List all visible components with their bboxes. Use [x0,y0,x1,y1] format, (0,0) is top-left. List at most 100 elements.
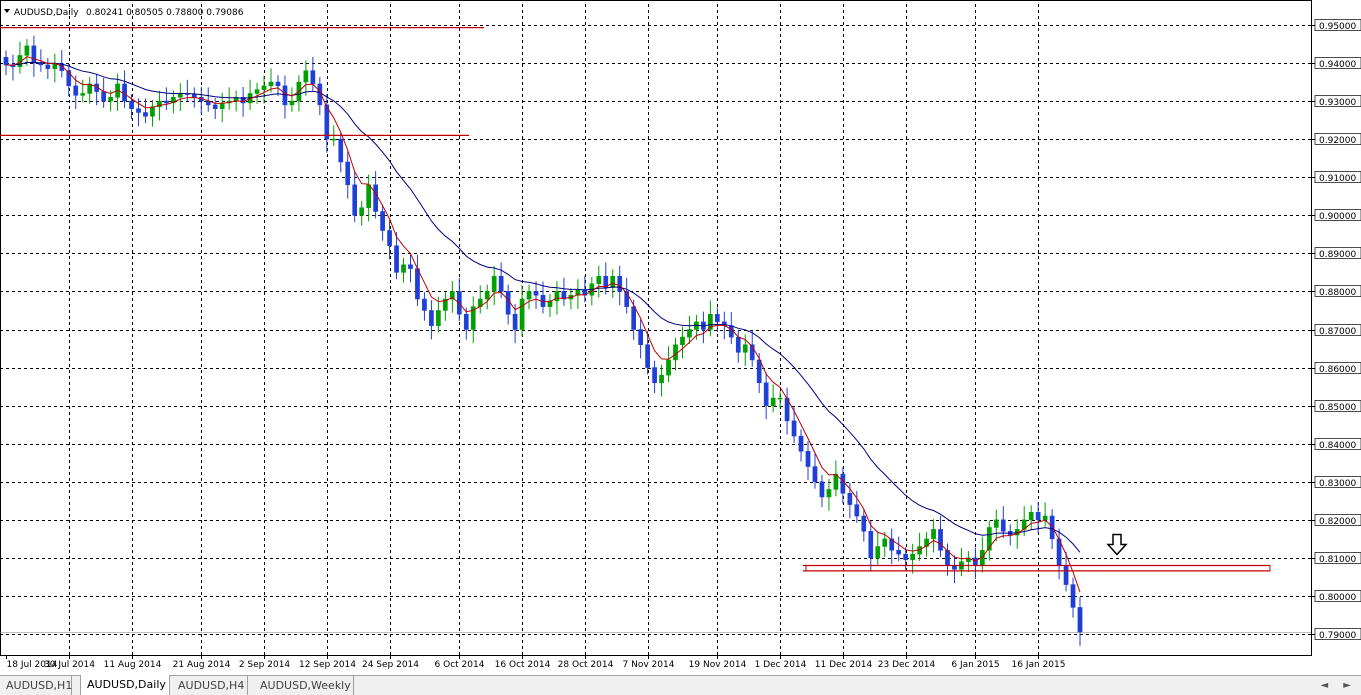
candle-body [73,85,79,96]
candle-body [735,336,741,353]
candle-body [380,211,385,231]
candle-body [289,100,295,106]
candle-body [791,420,797,437]
candle-body [512,314,518,330]
candle-body [910,553,915,561]
candle-body [429,310,434,326]
y-tick-label: 0.87000 [1319,327,1356,337]
x-tick-label: 11 Dec 2014 [815,660,873,670]
candle-body [303,70,309,83]
candle-body [680,336,685,345]
tab-audusd-weekly[interactable]: AUDUSD,Weekly [254,676,354,695]
candle-body [331,138,337,141]
candle-body [415,268,420,300]
candle-body [261,85,267,90]
candle-body [408,264,413,269]
y-tick-label: 0.88000 [1319,288,1356,298]
candle-body [345,161,351,186]
candle-body [631,306,637,330]
candle-body [45,64,51,69]
candle-body [178,93,183,98]
chart-area[interactable]: 0.95000 0.94000 0.93000 0.92000 0.91000 0.900… [0,0,1361,675]
candle-body [1063,565,1069,585]
candle-body [366,184,371,208]
candle-body [1049,515,1055,540]
candle-body [931,529,936,540]
candle-body [401,264,406,273]
candle-body [854,504,860,517]
candle-body [819,481,825,498]
candle-body [826,489,832,498]
candle-body [505,291,511,315]
y-tick-label: 0.89000 [1319,250,1356,260]
x-tick-label: 24 Sep 2014 [362,660,419,670]
candle-body [275,81,281,87]
candle-body [254,89,260,94]
tab-audusd-h1[interactable]: AUDUSD,H1 [0,676,72,695]
candle-body [798,435,804,452]
candle-body [645,344,650,368]
tab-audusd-h4[interactable]: AUDUSD,H4 [172,676,248,695]
candle-body [164,100,169,104]
candle-body [882,538,888,547]
candle-body [610,275,616,288]
candle-body [129,100,134,109]
tab-scroll-arrows-icon[interactable]: ◄ ► [1320,676,1357,695]
tab-audusd-daily[interactable]: AUDUSD,Daily [80,675,170,695]
candle-body [3,57,9,66]
candle-body [108,97,113,102]
y-tick-label: 0.79000 [1319,631,1356,641]
candle-body [136,108,141,113]
candle-body [742,344,748,353]
candle-body [868,531,874,559]
candle-body [310,70,316,85]
candle-body [617,275,623,292]
y-tick-label: 0.84000 [1319,441,1356,451]
y-tick-label: 0.92000 [1319,136,1356,146]
y-tick-label: 0.85000 [1319,403,1356,413]
x-tick-label: 23 Dec 2014 [878,660,936,670]
x-tick-label: 6 Oct 2014 [435,660,485,670]
candle-body [359,207,365,216]
x-tick-label: 6 Jan 2015 [951,660,999,670]
candle-body [101,91,106,102]
x-tick-label: 19 Nov 2014 [689,660,747,670]
candle-body [763,382,769,406]
candle-body [861,515,867,532]
candle-body [498,275,504,292]
x-tick-label: 11 Aug 2014 [104,660,162,670]
candle-body [352,184,358,216]
candle-body [666,359,671,376]
candle-body [212,104,218,109]
candle-body [80,93,86,96]
y-tick-label: 0.83000 [1319,479,1356,489]
candle-body [150,106,155,117]
x-tick-label: 12 Sep 2014 [299,660,356,670]
x-tick-label: 16 Oct 2014 [495,660,551,670]
price-chart[interactable]: 0.95000 0.94000 0.93000 0.92000 0.91000 0.900… [0,0,1361,675]
x-tick-label: 2 Sep 2014 [239,660,291,670]
candle-body [1070,584,1076,608]
y-tick-label: 0.91000 [1319,174,1356,184]
chart-tab-bar: AUDUSD,H1 AUDUSD,Daily AUDUSD,H4 AUDUSD,… [0,675,1361,695]
candle-body [847,492,853,505]
candle-body [770,397,776,406]
candle-body [638,329,643,345]
candle-body [526,291,532,300]
candle-body [1035,511,1041,521]
y-tick-label: 0.90000 [1319,212,1356,222]
x-tick-label: 30 Jul 2014 [44,660,95,670]
candle-body [687,329,692,338]
candle-body [463,314,469,330]
candle-body [777,397,783,400]
chart-ohlc-values: 0.80241 0.80505 0.78800 0.79086 [86,8,244,18]
y-tick-label: 0.80000 [1319,593,1356,603]
x-tick-label: 28 Oct 2014 [558,660,614,670]
candle-body [659,374,664,384]
candle-body [394,245,399,273]
plot-frame [0,0,1312,656]
candle-body [1077,607,1083,633]
candle-body [1000,519,1006,532]
candle-body [840,473,846,494]
candle-body [191,93,197,98]
